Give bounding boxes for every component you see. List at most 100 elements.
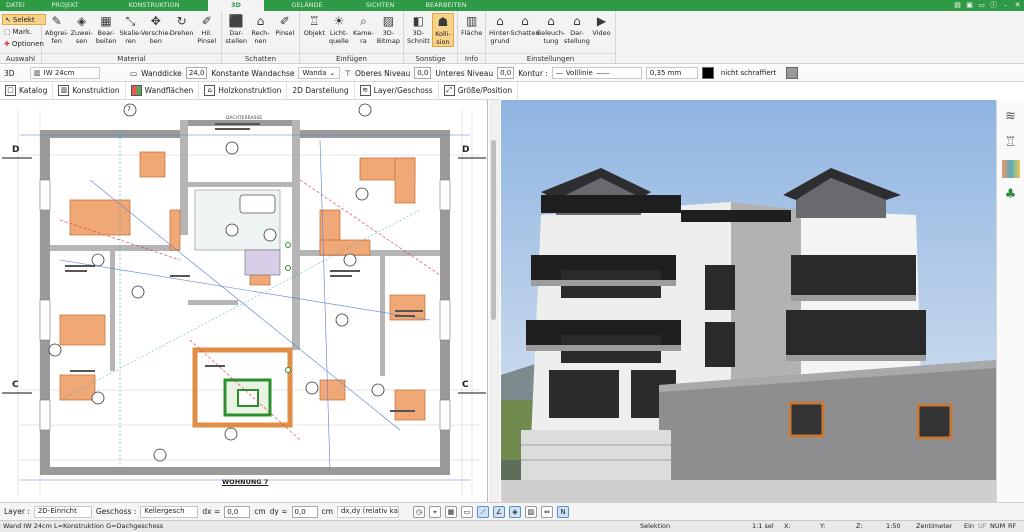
window-icon[interactable]: ▭ (977, 1, 986, 10)
status-z: Z: (856, 522, 863, 530)
relative-mode-select[interactable]: dx,dy (relativ ka (336, 505, 399, 518)
select-button[interactable]: ↖ Selekt (2, 14, 46, 25)
floor-plan-drawing (0, 100, 487, 502)
angle-snap-icon[interactable]: ∠ (492, 505, 505, 518)
bottom-toolbar: Layer : 2D-Einricht Geschoss : Kellerges… (0, 502, 1024, 520)
catalog-tab[interactable]: ▢ Katalog (0, 81, 54, 100)
shadows-settings-button[interactable]: ⌂ Schatten (510, 13, 539, 37)
hatch-select[interactable]: nicht schraffiert (718, 67, 782, 79)
insert-light-button[interactable]: ☀ Licht- quelle (328, 13, 351, 45)
wall-axis-select[interactable]: Wanda ⌄ (298, 67, 341, 79)
dy-input[interactable]: 0,0 (291, 505, 318, 518)
tree-icon[interactable]: ♣ (1002, 186, 1020, 204)
layers-icon[interactable]: ≋ (1002, 108, 1020, 126)
lower-level-input[interactable]: 0,0 (497, 67, 515, 79)
plus-icon: ✚ (4, 39, 10, 48)
options-label: Optionen (11, 39, 44, 48)
insert-object-button[interactable]: ♖ Objekt (303, 13, 326, 37)
size-position-tab[interactable]: ⤢ Größe/Position (439, 81, 519, 100)
mark-button[interactable]: ⬚ Mark. (2, 26, 46, 37)
options-button[interactable]: ✚ Optionen (2, 38, 46, 49)
cursor-icon: ↖ (5, 15, 11, 24)
insert-bitmap-button[interactable]: ▨ 3D- Bitmap (377, 13, 400, 45)
tab-gelaende[interactable]: GELÄNDE (264, 0, 350, 11)
layer-select[interactable]: 2D-Einricht (33, 505, 92, 518)
material-rotate-button[interactable]: ↻ Drehen (170, 13, 194, 37)
line-snap-icon[interactable]: ⟋ (476, 505, 489, 518)
shadow-calc-button[interactable]: ⌂ Rech- nen (249, 13, 271, 45)
minimize-icon[interactable]: – (1001, 1, 1010, 10)
material-assign-button[interactable]: ◈ Zuwei- sen (70, 13, 93, 45)
background-button[interactable]: ⌂ Hinter- grund (489, 13, 511, 45)
fill-color-swatch[interactable] (785, 67, 798, 79)
tab-3d[interactable]: 3D (208, 0, 264, 11)
section-3d-button[interactable]: ◧ 3D- Schnitt (407, 13, 430, 45)
display-2d-tab[interactable]: 2D Darstellung (287, 81, 355, 100)
close-icon[interactable]: ✕ (1013, 1, 1022, 10)
tab-datei[interactable]: DATEI (0, 0, 30, 11)
floor-select[interactable]: Kellergesch (140, 505, 199, 518)
floor-plan-view[interactable]: D D C C WOHNUNG 7 DACHTERRASSE 7 (0, 100, 488, 502)
wall-thickness-input[interactable]: 24,0 (185, 67, 208, 79)
chair-icon[interactable]: ♖ (1002, 134, 1020, 152)
frame-icon[interactable]: ▭ (460, 505, 473, 518)
lower-level-label: Unteres Niveau (435, 68, 494, 78)
mark-label: Mark. (12, 27, 33, 36)
status-scale: 1:50 (886, 522, 901, 530)
clock-icon[interactable]: ◷ (412, 505, 425, 518)
3d-view[interactable] (501, 100, 996, 502)
folder-icon[interactable]: ▤ (953, 1, 962, 10)
layer-floor-tab[interactable]: ≋ Layer/Geschoss (355, 81, 439, 100)
insert-camera-button[interactable]: ⌕ Kame- ra (352, 13, 375, 46)
layers-snap-icon[interactable]: ◈ (508, 505, 521, 518)
brush-icon: ✐ (201, 14, 212, 28)
dy-label: dy = (269, 507, 288, 516)
dx-input[interactable]: 0,0 (224, 505, 251, 518)
tab-konstruktion[interactable]: KONSTRUKTION (100, 0, 208, 11)
measure-icon[interactable]: ⇔ (540, 505, 553, 518)
tab-bearbeiten[interactable]: BEARBEITEN (410, 0, 482, 11)
tab-sichten[interactable]: SICHTEN (350, 0, 410, 11)
tab-projekt[interactable]: PROJEKT (30, 0, 100, 11)
timber-tab[interactable]: ⌂ Holzkonstruktion (199, 81, 288, 100)
grid-icon[interactable]: ▦ (444, 505, 457, 518)
line-color-swatch[interactable] (701, 67, 714, 79)
mark-icon: ⬚ (4, 27, 11, 36)
shadow-brush-button[interactable]: ✐ Pinsel (274, 13, 296, 37)
room-marker: 7 (127, 106, 131, 113)
linewidth-select[interactable]: 0,35 mm (645, 67, 698, 79)
grid-axis-left-top: D (12, 145, 20, 155)
video-button[interactable]: ▶ Video (591, 13, 612, 37)
lighting-button[interactable]: ⌂ Beleuch- tung (537, 13, 565, 45)
area-button[interactable]: ▥ Fläche (461, 13, 482, 37)
window-controls: ▤ ▣ ▭ ⓘ – ✕ (953, 0, 1022, 11)
north-icon[interactable]: N (556, 505, 569, 518)
group-info: ▥ Fläche Info (458, 11, 486, 64)
material-edit-button[interactable]: ▦ Bear- beiten (95, 13, 117, 45)
material-pick-button[interactable]: ✎ Abgrei- fen (45, 13, 68, 45)
shadow-show-button[interactable]: ⬛ Dar- stellen (225, 13, 247, 45)
plan-vertical-scrollbar[interactable] (489, 100, 500, 502)
material-brush-button[interactable]: ✐ Hil. Pinsel (196, 13, 218, 45)
linestyle-select[interactable]: — Volllinie —— (551, 67, 642, 79)
upper-level-input[interactable]: 0,0 (414, 67, 432, 79)
grid-axis-right-top: D (462, 145, 470, 155)
palette-icon[interactable] (1001, 160, 1020, 178)
dx-label: dx = (202, 507, 221, 516)
collision-button[interactable]: ☗ Kolli- sion (431, 13, 454, 47)
material-scale-button[interactable]: ⤡ Skalie- ren (119, 13, 142, 46)
snap-icon[interactable]: ⌖ (428, 505, 441, 518)
wall-surfaces-tab[interactable]: Wandflächen (126, 81, 200, 100)
brush-icon: ✐ (279, 14, 290, 28)
info-icon[interactable]: ⓘ (989, 1, 998, 10)
lock-icon[interactable]: ▣ (965, 1, 974, 10)
dy-unit: cm (321, 507, 333, 516)
hatch-icon[interactable]: ▨ (524, 505, 537, 518)
material-move-button[interactable]: ✥ Verschie- ben (141, 13, 171, 45)
group-label-einstellungen: Einstellungen (486, 53, 615, 63)
wall-type-select[interactable]: ▥ IW 24cm (30, 67, 100, 79)
status-unit: Zentimeter (916, 522, 953, 530)
construction-tab[interactable]: ▥ Konstruktion (53, 81, 126, 100)
display-button[interactable]: ⌂ Dar- stellung (564, 13, 590, 45)
scrollbar-thumb[interactable] (491, 140, 496, 320)
